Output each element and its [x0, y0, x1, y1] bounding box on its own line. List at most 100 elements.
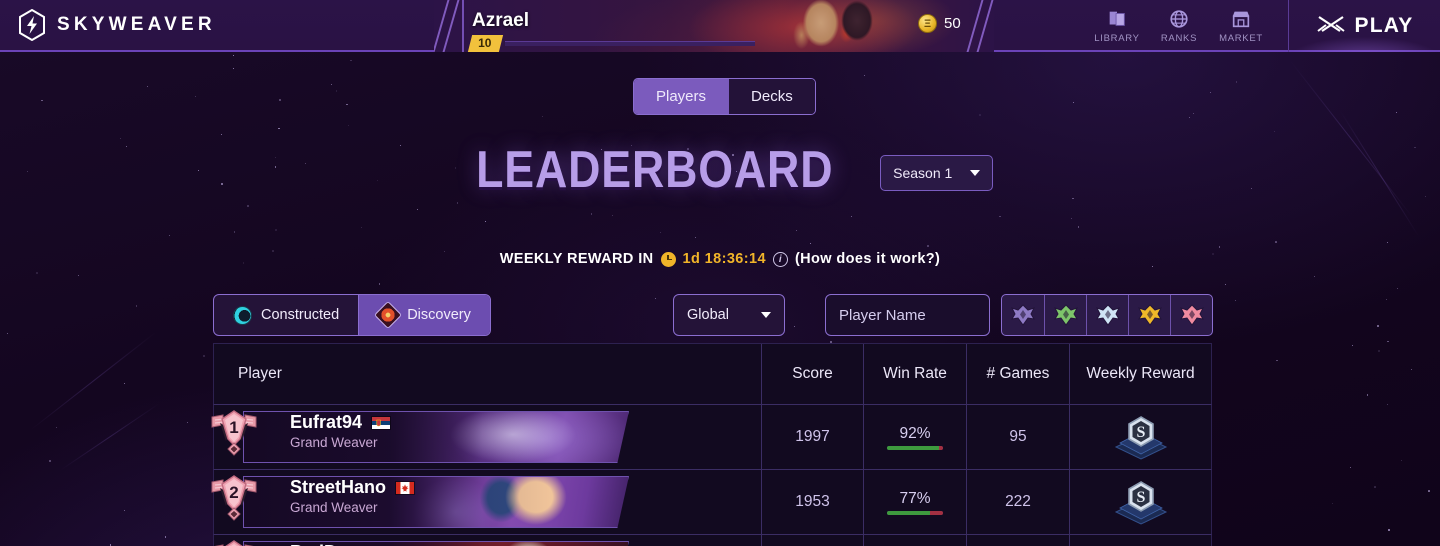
nav-label-market: MARKET [1219, 33, 1263, 44]
cell-games: 85 [966, 535, 1069, 546]
mode-label-discovery: Discovery [407, 307, 471, 323]
page-tabs: Players Decks [633, 78, 816, 115]
region-dropdown[interactable]: Global [673, 294, 785, 336]
weekly-reward-label: WEEKLY REWARD IN [500, 251, 654, 267]
crossed-swords-icon [1316, 13, 1346, 39]
play-button[interactable]: PLAY [1288, 0, 1440, 52]
player-name-row: Eufrat94 [290, 412, 391, 433]
column-header-win-rate: Win Rate [863, 344, 966, 404]
banner-edge-left [462, 0, 464, 52]
tier-badge-green-glyph [1053, 303, 1079, 327]
cell-games: 95 [966, 405, 1069, 469]
tab-players[interactable]: Players [634, 79, 728, 114]
season-dropdown[interactable]: Season 1 [880, 155, 993, 191]
table-header-row: Player Score Win Rate # Games Weekly Rew… [213, 343, 1212, 405]
mode-button-discovery[interactable]: Discovery [358, 295, 490, 335]
info-icon[interactable]: i [773, 252, 788, 267]
table-row[interactable]: 3 BadDog Grand Weaver 1943 94% 85 [213, 535, 1212, 546]
title-row: LEADERBOARD Season 1 [0, 140, 1440, 200]
player-rank-title: Grand Weaver [290, 500, 415, 515]
chevron-down-icon [970, 170, 980, 176]
player-level-progress: 10 [470, 35, 755, 52]
globe-icon [1168, 8, 1190, 30]
svg-text:S: S [1136, 424, 1145, 441]
cell-player[interactable]: 3 BadDog Grand Weaver [214, 535, 761, 546]
market-shop-icon [1230, 8, 1252, 30]
tier-badge-pink-glyph [1179, 303, 1205, 327]
nav-item-library[interactable]: LIBRARY [1086, 0, 1148, 52]
game-mode-toggle: Constructed Discovery [213, 294, 491, 336]
player-banner[interactable]: Azrael 10 [434, 0, 994, 52]
tier-badge-green[interactable] [1044, 295, 1086, 335]
column-header-weekly-reward: Weekly Reward [1069, 344, 1211, 404]
svg-text:1: 1 [229, 418, 238, 437]
tier-badge-gold-glyph [1137, 303, 1163, 327]
cell-games: 222 [966, 470, 1069, 534]
player-xp-bar [505, 41, 755, 46]
region-selected-value: Global [687, 307, 729, 323]
win-rate-value: 77% [899, 490, 930, 508]
weekly-reward-timer: WEEKLY REWARD IN 1d 18:36:14 i (How does… [0, 251, 1440, 267]
cell-weekly-reward[interactable]: S [1069, 535, 1211, 546]
silver-s-hex-badge: S [1106, 476, 1176, 528]
win-rate-bar-fill [887, 511, 930, 515]
top-navigation-bar: SKYWEAVER Azrael 10 50 LIBRARY [0, 0, 1440, 52]
player-identity: StreetHano Grand Weaver [290, 477, 415, 515]
flag-serbia [371, 416, 391, 430]
nav-label-ranks: RANKS [1161, 33, 1197, 44]
rank-badge-2: 2 [206, 468, 262, 524]
cell-score: 1943 [761, 535, 863, 546]
table-row[interactable]: 1 Eufrat94 Grand Weaver 1997 92% 95 S [213, 405, 1212, 470]
chevron-down-icon [761, 312, 771, 318]
svg-text:S: S [1136, 489, 1145, 506]
cell-weekly-reward[interactable]: S [1069, 470, 1211, 534]
column-header-player: Player [214, 344, 761, 404]
cell-player[interactable]: 1 Eufrat94 Grand Weaver [214, 405, 761, 469]
win-rate-bar-rest [930, 511, 943, 515]
player-rank-title: Grand Weaver [290, 435, 391, 450]
clock-icon [661, 252, 676, 267]
tier-badge-silver-glyph [1095, 303, 1121, 327]
tier-badge-pink[interactable] [1170, 295, 1212, 335]
player-level-badge: 10 [468, 35, 504, 52]
search-input[interactable] [825, 294, 990, 336]
rank-badge-3: 3 [206, 533, 262, 546]
tab-decks[interactable]: Decks [728, 79, 815, 114]
nav-item-market[interactable]: MARKET [1210, 0, 1272, 52]
mode-label-constructed: Constructed [261, 307, 339, 323]
win-rate-bar [887, 446, 943, 450]
leaderboard-table: Player Score Win Rate # Games Weekly Rew… [213, 343, 1212, 546]
column-header-games: # Games [966, 344, 1069, 404]
tier-badge-purple-glyph [1010, 303, 1036, 327]
cell-score: 1997 [761, 405, 863, 469]
player-identity: Eufrat94 Grand Weaver [290, 412, 391, 450]
win-rate-bar-rest [939, 446, 943, 450]
coin-amount: 50 [944, 15, 961, 32]
library-cards-icon [1106, 8, 1128, 30]
svg-text:2: 2 [229, 483, 238, 502]
player-name-text: StreetHano [290, 477, 386, 498]
coin-balance[interactable]: 50 [918, 14, 961, 33]
table-row[interactable]: 2 StreetHano Grand Weaver 1953 77% 222 S [213, 470, 1212, 535]
tier-badge-gold[interactable] [1128, 295, 1170, 335]
rank-badge-1: 1 [206, 403, 262, 459]
app-logo[interactable]: SKYWEAVER [0, 9, 216, 41]
nav-item-ranks[interactable]: RANKS [1148, 0, 1210, 52]
cell-win-rate: 77% [863, 470, 966, 534]
win-rate-value: 92% [899, 425, 930, 443]
page-title: LEADERBOARD [476, 140, 833, 200]
tier-badge-silver[interactable] [1086, 295, 1128, 335]
player-name-text: BadDog [290, 542, 359, 546]
app-logo-text: SKYWEAVER [57, 14, 216, 36]
cell-player[interactable]: 2 StreetHano Grand Weaver [214, 470, 761, 534]
tier-badge-purple[interactable] [1002, 295, 1044, 335]
cell-weekly-reward[interactable]: S [1069, 405, 1211, 469]
player-name-text: Eufrat94 [290, 412, 362, 433]
how-does-it-work-link[interactable]: (How does it work?) [795, 251, 940, 267]
player-name-row: StreetHano [290, 477, 415, 498]
table-body: 1 Eufrat94 Grand Weaver 1997 92% 95 S 2 … [213, 405, 1212, 546]
flag-canada [395, 481, 415, 495]
constructed-orb-icon [233, 306, 252, 325]
player-name: Azrael [472, 10, 529, 32]
mode-button-constructed[interactable]: Constructed [214, 295, 358, 335]
